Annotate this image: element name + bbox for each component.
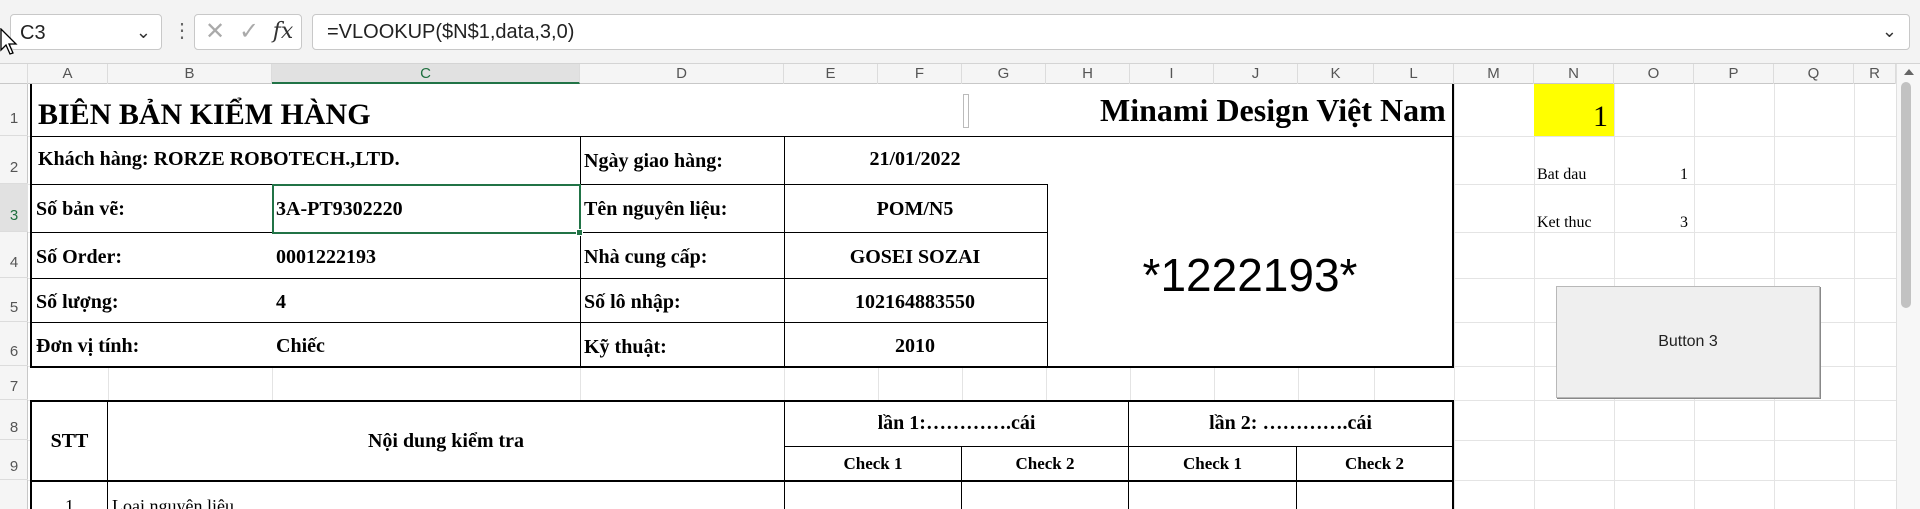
check1-header: Check 1 [1182,454,1243,473]
cancel-icon[interactable]: ✕ [201,19,229,47]
fill-handle[interactable] [576,229,583,236]
formula-text: =VLOOKUP($N$1,data,3,0) [327,21,575,43]
n1-value: 1 [1593,100,1608,133]
chevron-down-icon[interactable]: ⌄ [136,22,151,43]
drawing-no-label: Số bản vẽ: [36,198,125,220]
material-value: POM/N5 [876,198,954,220]
row-headers: 1 2 3 4 5 6 7 8 9 [0,84,28,509]
unit-label: Đơn vị tính: [36,335,140,357]
row-header[interactable]: 4 [0,232,28,278]
end-value: 3 [1680,214,1688,231]
drawing-no-value: 3A-PT9302220 [276,198,403,220]
row-header[interactable]: 1 [0,84,28,136]
stt-header: STT [50,430,89,452]
unit-value: Chiếc [276,335,325,357]
column-header[interactable]: M [1454,64,1534,84]
delivery-date-value: 21/01/2022 [869,148,961,170]
check2-header: Check 2 [1344,454,1405,473]
start-label: Bat dau [1537,166,1587,183]
column-header[interactable]: L [1374,64,1454,84]
column-header[interactable]: F [878,64,962,84]
column-header[interactable]: R [1854,64,1896,84]
technician-value: 2010 [895,335,935,357]
lot-label: Số lô nhập: [584,291,681,313]
delivery-date-label: Ngày giao hàng: [584,150,723,172]
report-title: BIÊN BẢN KIỂM HÀNG [38,98,371,131]
button-3[interactable]: Button 3 [1556,286,1820,398]
order-value: 0001222193 [276,246,376,268]
column-header[interactable]: D [580,64,784,84]
mouse-cursor-icon [0,28,18,55]
more-options-icon[interactable]: ⋮ [172,16,192,48]
barcode-text: *1222193* [1142,249,1358,301]
material-label: Tên nguyên liệu: [584,198,728,220]
column-header[interactable]: E [784,64,878,84]
row-header[interactable]: 5 [0,278,28,322]
formula-bar: C3 ⌄ ⋮ ✕ ✓ fx =VLOOKUP($N$1,data,3,0) ⌄ [0,0,1920,64]
row-header-selected[interactable]: 3 [0,184,28,232]
name-box[interactable]: C3 ⌄ [10,14,162,50]
row-header[interactable]: 2 [0,136,28,184]
column-header[interactable]: N [1534,64,1614,84]
end-label: Ket thuc [1537,214,1592,231]
column-header[interactable]: J [1214,64,1298,84]
expand-formula-icon[interactable]: ⌄ [1882,21,1897,42]
lot-value: 102164883550 [855,291,975,313]
supplier-value: GOSEI SOZAI [849,246,981,268]
column-header-selected[interactable]: C [272,64,580,84]
column-header[interactable]: I [1130,64,1214,84]
formula-input[interactable]: =VLOOKUP($N$1,data,3,0) ⌄ [312,14,1910,50]
round2-header: lần 2: ………….cái [1209,412,1372,434]
scrollbar-thumb[interactable] [1901,82,1911,308]
company-name: Minami Design Việt Nam [1100,92,1446,128]
name-box-value: C3 [20,22,46,44]
customer-label: Khách hàng: RORZE ROBOTECH.,LTD. [38,148,400,170]
enter-icon[interactable]: ✓ [235,19,263,47]
scroll-up-arrow-icon[interactable] [1902,66,1916,78]
column-header[interactable]: O [1614,64,1694,84]
row-header[interactable]: 6 [0,322,28,366]
quantity-label: Số lượng: [36,291,119,313]
column-header[interactable]: G [962,64,1046,84]
insert-function-icon[interactable]: fx [269,19,297,47]
row1-content: Loại nguyên liệu [112,496,234,509]
image-placeholder[interactable] [963,94,969,128]
start-value: 1 [1680,166,1688,183]
check2-header: Check 2 [1015,454,1075,473]
quantity-value: 4 [276,291,286,313]
check1-header: Check 1 [843,454,903,473]
column-header[interactable]: K [1298,64,1374,84]
formula-buttons: ✕ ✓ fx [194,14,302,50]
column-headers: A B C D E F G H I J K L M N O P Q R [0,64,1920,84]
column-header[interactable]: A [28,64,108,84]
row-header[interactable]: 9 [0,440,28,480]
column-header[interactable]: P [1694,64,1774,84]
supplier-label: Nhà cung cấp: [584,246,708,268]
order-label: Số Order: [36,246,123,268]
row1-number: 1 [65,496,74,509]
select-all-corner[interactable] [0,64,28,84]
row-header[interactable]: 8 [0,400,28,440]
column-header[interactable]: B [108,64,272,84]
spreadsheet-app: C3 ⌄ ⋮ ✕ ✓ fx =VLOOKUP($N$1,data,3,0) ⌄ … [0,0,1920,509]
round1-header: lần 1:………….cái [877,412,1036,434]
column-header[interactable]: H [1046,64,1130,84]
column-header[interactable]: Q [1774,64,1854,84]
row-header[interactable]: 7 [0,366,28,400]
content-header: Nội dung kiểm tra [367,430,525,452]
technician-label: Kỹ thuật: [584,336,667,358]
